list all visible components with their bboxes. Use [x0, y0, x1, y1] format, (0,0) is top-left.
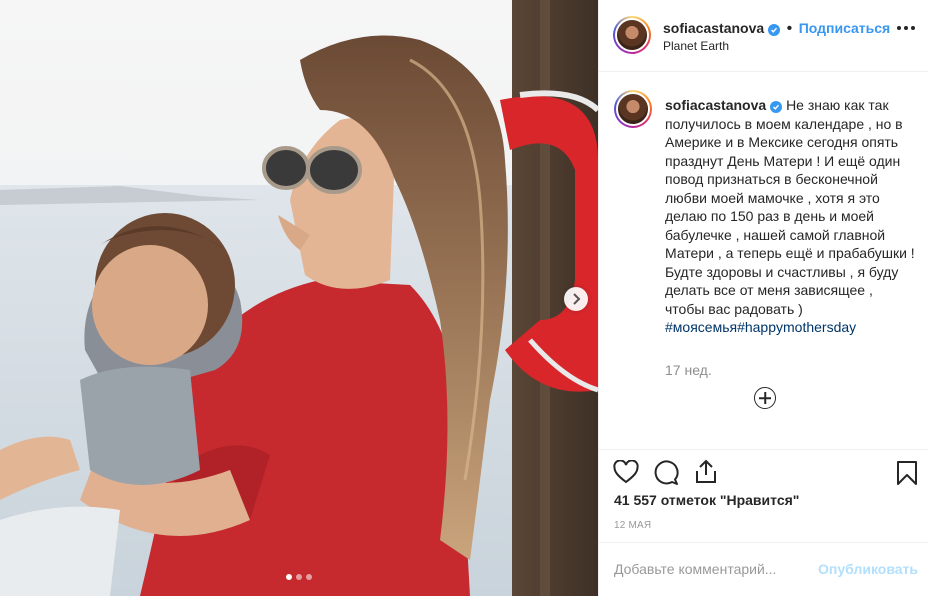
bookmark-icon[interactable]: [896, 460, 918, 491]
likes-count[interactable]: 41 557 отметок "Нравится": [614, 492, 799, 508]
publish-button[interactable]: Опубликовать: [818, 561, 918, 577]
follow-button[interactable]: Подписаться: [799, 20, 891, 36]
carousel-indicator: [0, 574, 598, 580]
carousel-dot: [296, 574, 302, 580]
post-actions-area: 41 557 отметок "Нравится" 12 МАЯ Опублик…: [598, 449, 928, 596]
heart-icon[interactable]: [613, 459, 639, 489]
comment-input[interactable]: [614, 561, 814, 577]
share-icon[interactable]: [694, 458, 718, 489]
carousel-dot: [306, 574, 312, 580]
post-date: 12 МАЯ: [614, 520, 652, 531]
verified-badge-icon: [770, 101, 783, 113]
avatar-image: [615, 18, 649, 52]
chevron-right-icon: [573, 293, 581, 305]
hashtag-link[interactable]: #моясемья: [665, 319, 737, 335]
add-comment-bar: Опубликовать: [598, 542, 928, 596]
actions-divider: [598, 449, 928, 450]
header-title-row: sofiacastanova • Подписаться: [663, 20, 890, 38]
caption-text-block: sofiacastanova Не знаю как так получилос…: [665, 96, 915, 337]
caption-username-link[interactable]: sofiacastanova: [665, 97, 766, 113]
next-slide-button[interactable]: [564, 287, 588, 311]
photo-illustration: [0, 0, 598, 596]
location-link[interactable]: Planet Earth: [663, 39, 729, 53]
hashtag-link[interactable]: #happymothersday: [737, 319, 856, 335]
post-photo[interactable]: [0, 0, 598, 596]
verified-badge-icon: [768, 24, 781, 36]
post-header: sofiacastanova • Подписаться Planet Eart…: [599, 0, 928, 72]
separator-dot: •: [786, 20, 793, 37]
comment-icon[interactable]: [653, 460, 679, 491]
avatar-image: [616, 92, 650, 126]
comment-timestamp: 17 нед.: [665, 362, 712, 378]
carousel-dot: [286, 574, 292, 580]
username-link[interactable]: sofiacastanova: [663, 20, 764, 36]
avatar[interactable]: [614, 90, 652, 128]
plus-circle-icon[interactable]: [754, 387, 776, 409]
avatar[interactable]: [613, 16, 651, 54]
more-options-icon[interactable]: [897, 26, 915, 30]
caption-text: Не знаю как так получилось в моем календ…: [665, 97, 915, 317]
